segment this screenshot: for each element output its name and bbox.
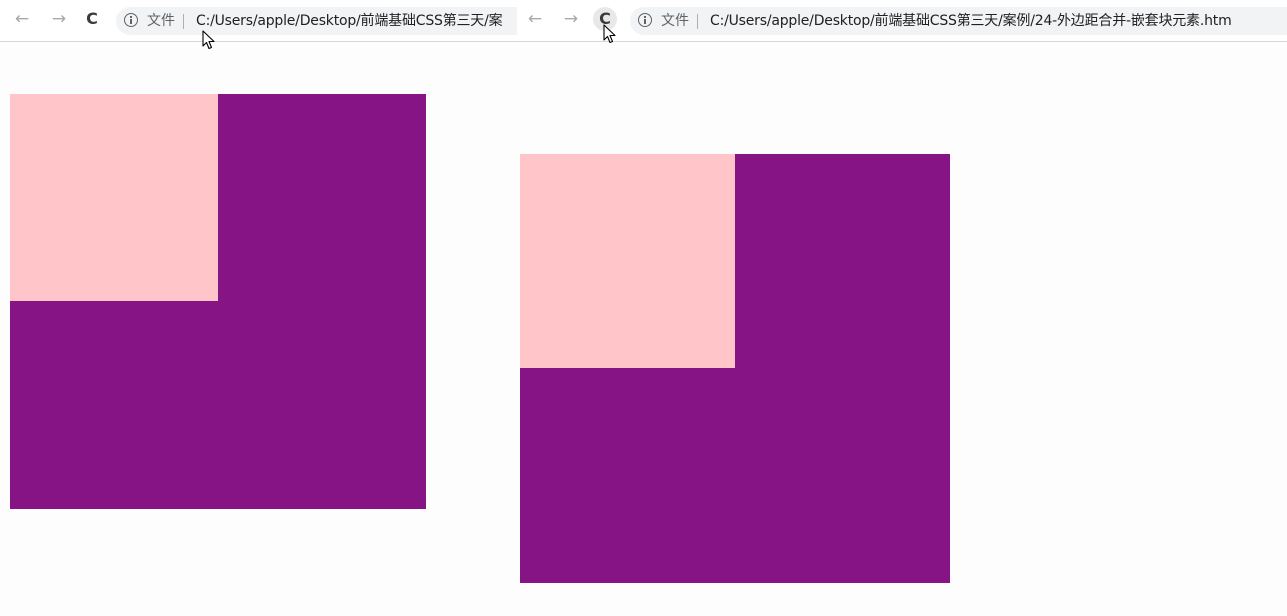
address-divider: [697, 14, 698, 29]
forward-arrow-icon[interactable]: →: [559, 7, 583, 31]
back-arrow-icon[interactable]: ←: [523, 7, 547, 31]
left-browser-window: ← → C 文件 C:/Users/apple/Desktop/前端基础CSS第…: [0, 0, 517, 616]
inner-box: [520, 154, 735, 368]
right-browser-window: ← → C 文件 C:/Users/apple/Desktop/前端基础CSS第…: [517, 0, 1287, 616]
address-bar[interactable]: 文件 C:/Users/apple/Desktop/前端基础CSS第三天/案例/…: [630, 7, 1287, 35]
info-icon[interactable]: [638, 13, 652, 27]
browser-toolbar: ← → C 文件 C:/Users/apple/Desktop/前端基础CSS第…: [517, 0, 1287, 42]
url-text[interactable]: C:/Users/apple/Desktop/前端基础CSS第三天/案: [196, 7, 503, 35]
address-divider: [183, 14, 184, 29]
forward-arrow-icon[interactable]: →: [47, 7, 71, 31]
outer-box: [520, 154, 950, 583]
reload-icon[interactable]: C: [593, 7, 617, 31]
scheme-label: 文件: [661, 13, 689, 29]
info-icon[interactable]: [124, 13, 138, 27]
back-arrow-icon[interactable]: ←: [10, 7, 34, 31]
outer-box: [10, 94, 426, 509]
address-bar[interactable]: 文件 C:/Users/apple/Desktop/前端基础CSS第三天/案: [116, 7, 517, 35]
reload-icon[interactable]: C: [80, 7, 104, 31]
browser-toolbar: ← → C 文件 C:/Users/apple/Desktop/前端基础CSS第…: [0, 0, 517, 42]
url-text[interactable]: C:/Users/apple/Desktop/前端基础CSS第三天/案例/24-…: [710, 7, 1232, 35]
scheme-label: 文件: [147, 13, 175, 29]
inner-box: [10, 94, 218, 301]
